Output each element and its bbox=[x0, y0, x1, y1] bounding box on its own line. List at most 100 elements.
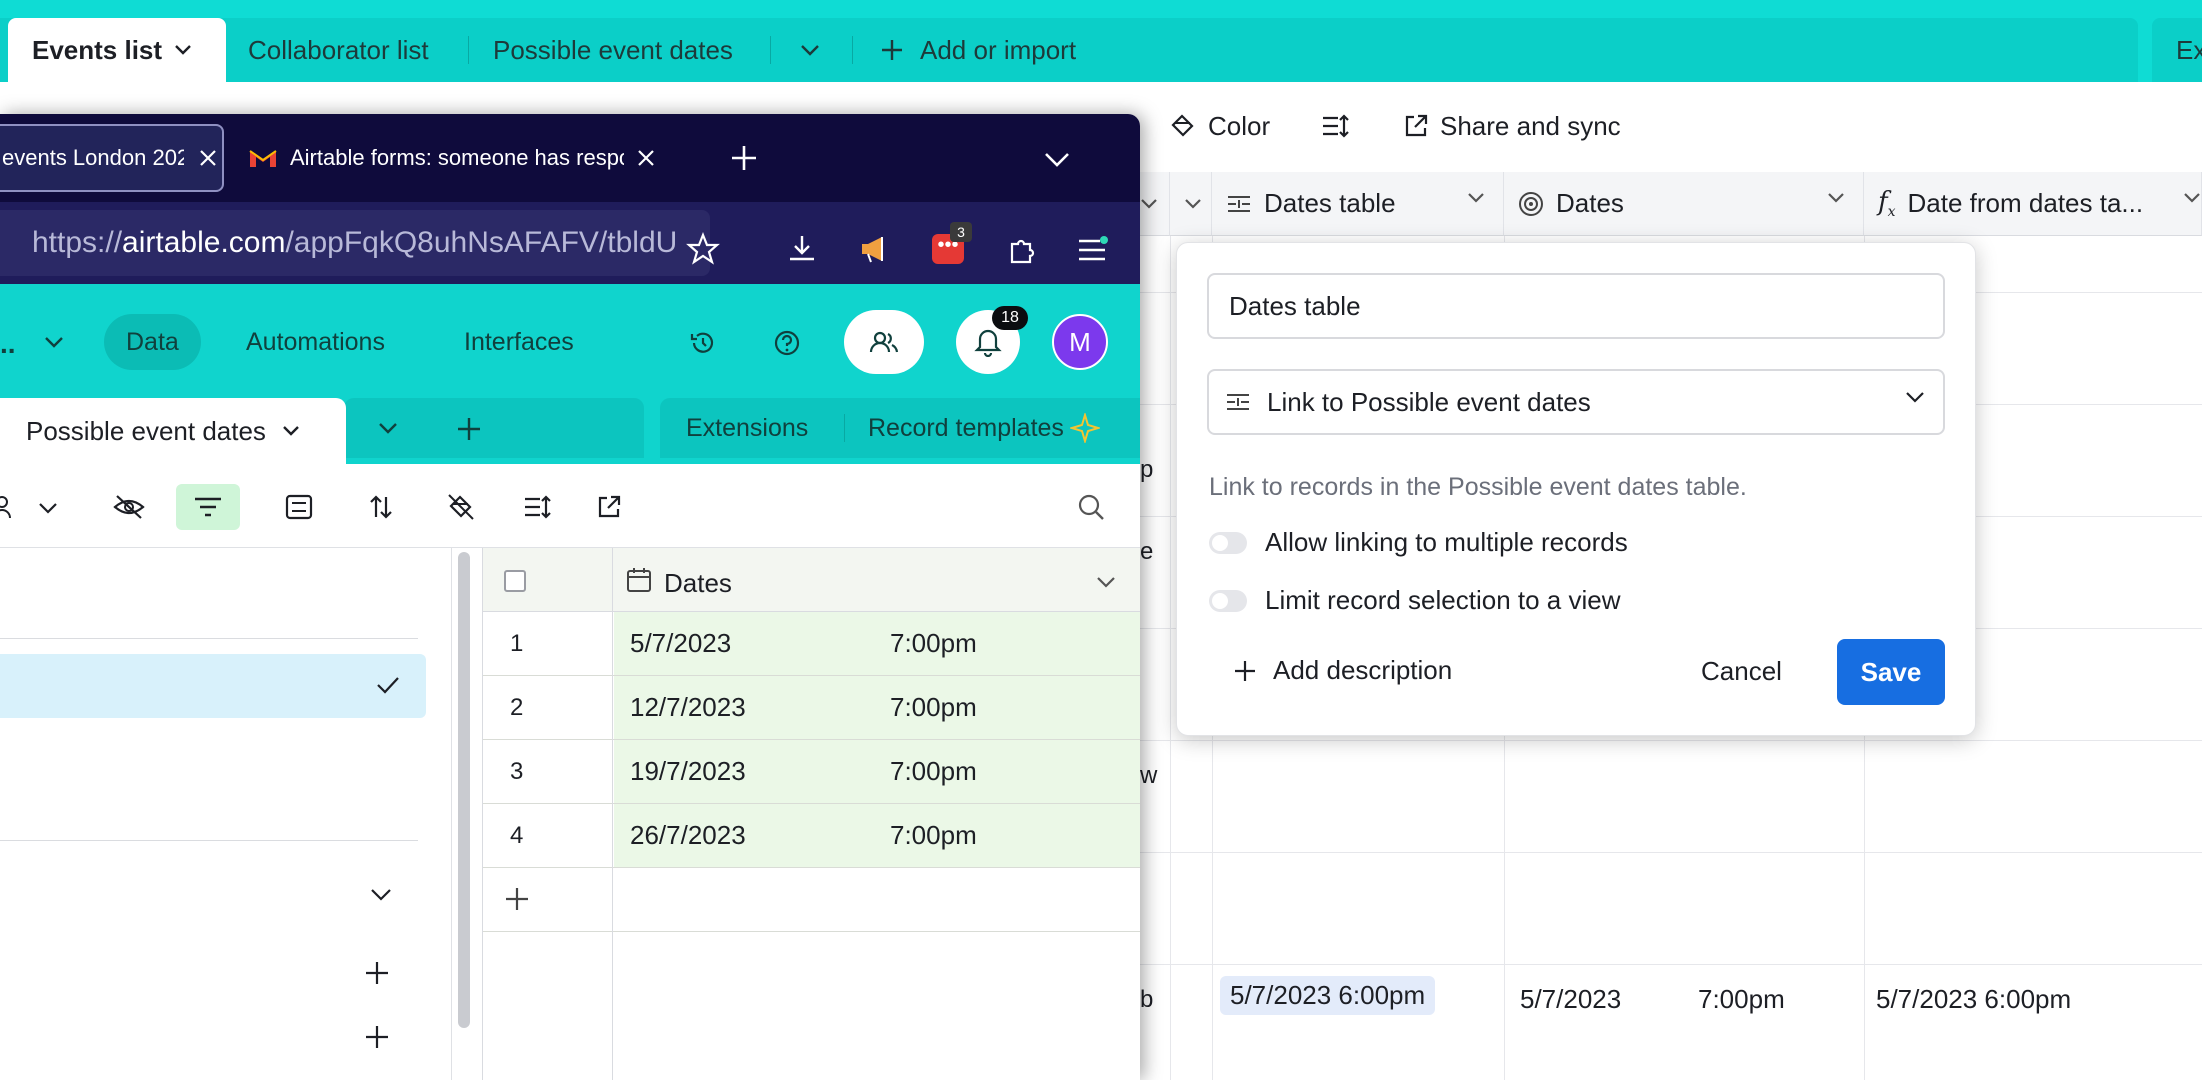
add-row[interactable] bbox=[482, 868, 1140, 932]
allow-multiple-toggle[interactable] bbox=[1209, 531, 1247, 554]
formula-cell: 5/7/2023 6:00pm bbox=[1876, 984, 2072, 1014]
filter-button[interactable] bbox=[176, 484, 240, 530]
browser-tab[interactable]: Airtable forms: someone has responded bbox=[248, 124, 662, 192]
field-name-input[interactable]: Dates table bbox=[1207, 273, 1945, 339]
bookmark-star-icon[interactable] bbox=[686, 232, 720, 266]
check-icon bbox=[377, 677, 399, 694]
color-button[interactable] bbox=[438, 484, 484, 530]
sort-button[interactable] bbox=[358, 484, 404, 530]
table-row[interactable]: 1 5/7/2023 7:00pm bbox=[482, 612, 1140, 676]
allow-multiple-toggle-row[interactable]: Allow linking to multiple records bbox=[1209, 527, 1628, 558]
plus-icon[interactable] bbox=[364, 960, 390, 986]
tab-events-list[interactable]: Events list bbox=[8, 18, 226, 82]
hide-fields-button[interactable] bbox=[106, 484, 152, 530]
chevron-down-icon[interactable] bbox=[378, 422, 398, 434]
column-header-options[interactable] bbox=[1170, 172, 1212, 236]
history-icon[interactable] bbox=[688, 328, 718, 358]
calendar-icon bbox=[627, 568, 651, 592]
tab-events-list-label: Events list bbox=[32, 34, 163, 65]
color-label: Color bbox=[1208, 110, 1271, 141]
nav-automations[interactable]: Automations bbox=[224, 314, 407, 370]
field-name-value: Dates table bbox=[1229, 290, 1361, 321]
chevron-down-icon[interactable] bbox=[370, 888, 392, 902]
search-button[interactable] bbox=[1068, 484, 1114, 530]
add-or-import-button[interactable]: Add or import bbox=[880, 18, 1076, 82]
share-button[interactable] bbox=[844, 310, 924, 374]
tab-possible-event-dates[interactable]: Possible event dates bbox=[0, 398, 346, 464]
tab-collaborator-list[interactable]: Collaborator list bbox=[248, 18, 429, 82]
nav-data[interactable]: Data bbox=[104, 314, 201, 370]
nav-interfaces[interactable]: Interfaces bbox=[442, 314, 596, 370]
chevron-down-icon bbox=[283, 426, 299, 436]
tab-label: Possible event dates bbox=[26, 415, 266, 446]
row-height-button[interactable] bbox=[514, 484, 560, 530]
sidebar-scrollbar[interactable] bbox=[458, 552, 470, 1028]
add-description-label: Add description bbox=[1273, 655, 1453, 685]
megaphone-icon[interactable] bbox=[858, 234, 892, 264]
extensions-button[interactable]: Extensions bbox=[686, 398, 808, 458]
limit-view-toggle[interactable] bbox=[1209, 589, 1247, 612]
row-height-button[interactable] bbox=[1320, 108, 1350, 144]
column-header-fragment[interactable] bbox=[1140, 172, 1170, 236]
plus-icon[interactable] bbox=[456, 416, 482, 442]
chevron-down-icon bbox=[175, 45, 191, 55]
new-tab-icon[interactable] bbox=[730, 144, 758, 172]
row-number: 3 bbox=[510, 758, 524, 785]
download-icon[interactable] bbox=[786, 232, 818, 264]
browser-tab-active[interactable]: events London 2023 bbox=[0, 124, 224, 192]
base-name-partial[interactable]: .. bbox=[0, 328, 16, 360]
help-icon[interactable] bbox=[772, 328, 802, 358]
linked-record-pill[interactable]: 5/7/2023 6:00pm bbox=[1220, 976, 1436, 1015]
column-header-date-from-dates-table[interactable]: fx Date from dates ta... bbox=[1864, 172, 2202, 236]
tabs-overflow-button[interactable] bbox=[800, 18, 820, 82]
tab-list-chevron-icon[interactable] bbox=[1044, 152, 1070, 168]
menu-icon[interactable] bbox=[1076, 236, 1108, 264]
extensions-tab[interactable]: Ex bbox=[2152, 18, 2202, 82]
limit-view-toggle-row[interactable]: Limit record selection to a view bbox=[1209, 585, 1620, 616]
share-and-sync-button[interactable]: Share and sync bbox=[1402, 108, 1621, 144]
nav-label: Data bbox=[126, 327, 179, 356]
add-description-button[interactable]: Add description bbox=[1233, 655, 1452, 686]
date-value: 12/7/2023 bbox=[630, 692, 746, 722]
close-icon[interactable] bbox=[198, 148, 218, 168]
column-header-dates[interactable]: Dates bbox=[1504, 172, 1864, 236]
row-number: 1 bbox=[510, 630, 524, 657]
table-row[interactable]: 4 26/7/2023 7:00pm bbox=[482, 804, 1140, 868]
chevron-down-icon[interactable] bbox=[38, 502, 58, 514]
chevron-down-icon[interactable] bbox=[1096, 576, 1116, 588]
table-row[interactable]: 2 12/7/2023 7:00pm bbox=[482, 676, 1140, 740]
time-cell: 7:00pm bbox=[1698, 984, 1785, 1014]
close-icon[interactable] bbox=[636, 148, 656, 168]
select-all-checkbox[interactable] bbox=[504, 570, 526, 592]
table-row[interactable]: 3 19/7/2023 7:00pm bbox=[482, 740, 1140, 804]
url-field[interactable]: https://airtable.com/appFqkQ8uhNsAFAFV/t… bbox=[0, 210, 710, 276]
dates-column-title[interactable]: Dates bbox=[664, 568, 732, 599]
field-type-select[interactable]: Link to Possible event dates bbox=[1207, 369, 1945, 435]
tab-possible-event-dates[interactable]: Possible event dates bbox=[493, 18, 733, 82]
column-header-dates-table[interactable]: Dates table bbox=[1212, 172, 1504, 236]
url-path: /appFqkQ8uhNsAFAFV/tbldU bbox=[285, 226, 678, 259]
plus-icon[interactable] bbox=[364, 1024, 390, 1050]
browser-tab-title: events London 2023 bbox=[2, 145, 184, 170]
save-button[interactable]: Save bbox=[1837, 639, 1945, 705]
group-button[interactable] bbox=[276, 484, 322, 530]
people-icon bbox=[869, 331, 899, 353]
share-label: Share and sync bbox=[1440, 110, 1621, 141]
cancel-button[interactable]: Cancel bbox=[1687, 639, 1796, 703]
chevron-down-icon[interactable] bbox=[44, 336, 64, 348]
column-title: Date from dates ta... bbox=[1907, 188, 2144, 218]
extensions-puzzle-icon[interactable] bbox=[1006, 234, 1038, 266]
add-or-import-label: Add or import bbox=[920, 34, 1077, 65]
browser-tab-title: Airtable forms: someone has responded bbox=[290, 145, 624, 170]
record-templates-button[interactable]: Record templates bbox=[868, 398, 1100, 458]
plus-icon bbox=[506, 888, 528, 910]
url-domain: airtable.com bbox=[122, 226, 286, 259]
color-button[interactable]: Color bbox=[1168, 108, 1270, 144]
row-divider bbox=[1140, 852, 2202, 853]
column-divider bbox=[1170, 236, 1171, 1080]
avatar[interactable]: M bbox=[1052, 314, 1108, 370]
share-view-button[interactable] bbox=[586, 484, 632, 530]
people-filter-icon[interactable] bbox=[0, 492, 20, 520]
cell-fragment: b bbox=[1140, 986, 1154, 1013]
sidebar-item-selected[interactable] bbox=[0, 654, 426, 718]
